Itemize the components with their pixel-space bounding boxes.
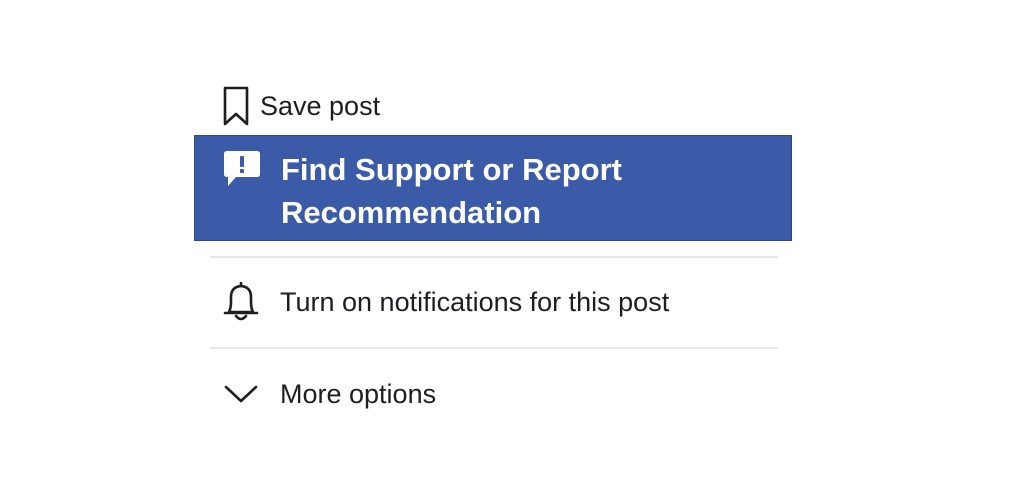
save-post-item[interactable]: Save post [218,82,380,130]
more-options-item[interactable]: More options [218,370,436,418]
turn-on-notifications-item[interactable]: Turn on notifications for this post [218,276,669,328]
find-support-report-item[interactable]: Find Support or Report Recommendation [194,135,792,241]
find-support-report-label: Find Support or Report Recommendation [281,152,622,230]
post-options-menu: Save post Find Support or Report Recomme… [0,0,1016,500]
menu-divider [210,256,778,258]
menu-divider [210,347,778,349]
turn-on-notifications-label: Turn on notifications for this post [280,286,670,317]
chevron-down-icon [218,370,264,418]
save-post-label: Save post [260,90,381,121]
bell-icon [218,276,264,328]
report-flag-icon [221,149,263,189]
more-options-label: More options [280,378,437,409]
bookmark-icon [218,82,254,130]
